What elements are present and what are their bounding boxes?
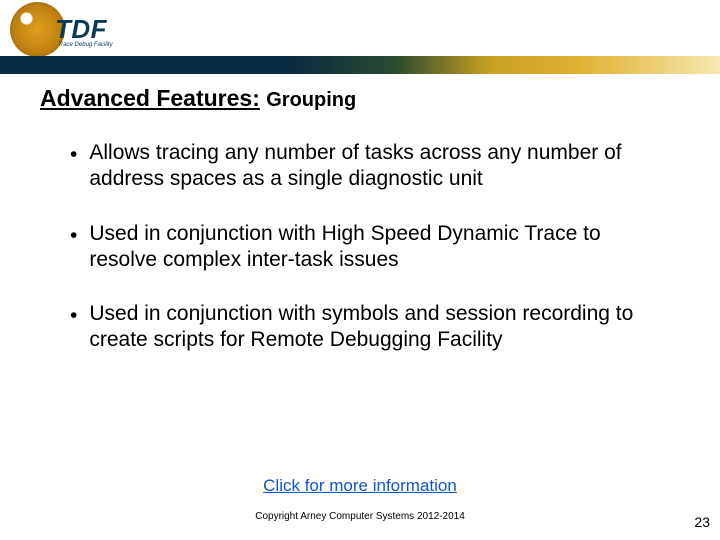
bullet-dot-icon: • <box>70 303 77 329</box>
bullet-item: • Allows tracing any number of tasks acr… <box>70 140 660 193</box>
bullet-dot-icon: • <box>70 142 77 168</box>
header-band <box>0 56 720 74</box>
bullet-item: • Used in conjunction with symbols and s… <box>70 301 660 354</box>
bullet-text: Allows tracing any number of tasks acros… <box>89 140 660 193</box>
logo-subtext: Trace Debug Facility <box>58 42 113 48</box>
copyright: Copyright Arney Computer Systems 2012-20… <box>0 511 720 522</box>
more-info-link[interactable]: Click for more information <box>263 476 457 495</box>
more-info-link-wrap: Click for more information <box>0 476 720 496</box>
bullet-text: Used in conjunction with symbols and ses… <box>89 301 660 354</box>
page-number: 23 <box>694 514 710 530</box>
title-main: Advanced Features: <box>40 85 260 111</box>
logo-text: TDF <box>55 14 107 45</box>
slide-header: TDF Trace Debug Facility <box>0 0 720 80</box>
title-sub: Grouping <box>266 89 356 111</box>
slide-title: Advanced Features: Grouping <box>40 85 356 112</box>
bullet-item: • Used in conjunction with High Speed Dy… <box>70 221 660 274</box>
bullet-dot-icon: • <box>70 223 77 249</box>
slide-content: • Allows tracing any number of tasks acr… <box>70 140 660 382</box>
bullet-text: Used in conjunction with High Speed Dyna… <box>89 221 660 274</box>
